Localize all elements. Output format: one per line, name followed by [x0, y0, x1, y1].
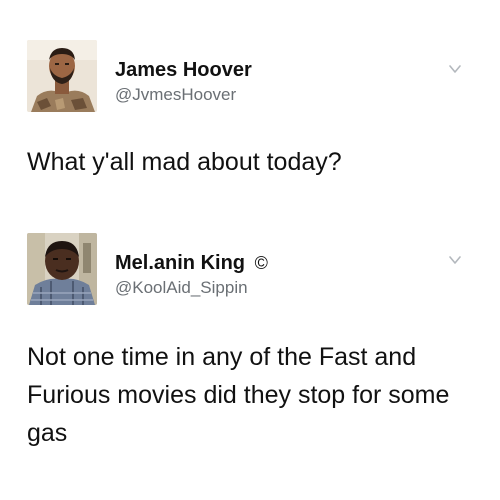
display-name[interactable]: Mel.anin King ©	[115, 251, 268, 275]
display-name-text[interactable]: James Hoover	[115, 59, 252, 81]
tweet-text: What y'all mad about today?	[27, 148, 342, 176]
author-block: Mel.anin King © @KoolAid_Sippin	[115, 251, 268, 299]
author-block: James Hoover @JvmesHoover	[115, 58, 252, 106]
chevron-down-icon[interactable]	[448, 253, 462, 267]
avatar[interactable]	[27, 233, 97, 305]
copyright-symbol: ©	[254, 253, 268, 273]
display-name-text[interactable]: Mel.anin King	[115, 252, 245, 274]
profile-photo-icon	[27, 40, 97, 112]
user-handle[interactable]: @JvmesHoover	[115, 84, 252, 106]
user-handle[interactable]: @KoolAid_Sippin	[115, 277, 268, 299]
tweet-text: Not one time in any of the Fast and Furi…	[27, 343, 450, 447]
avatar[interactable]	[27, 40, 97, 112]
display-name[interactable]: James Hoover	[115, 58, 252, 82]
chevron-down-icon[interactable]	[448, 62, 462, 76]
profile-photo-icon	[27, 233, 97, 305]
